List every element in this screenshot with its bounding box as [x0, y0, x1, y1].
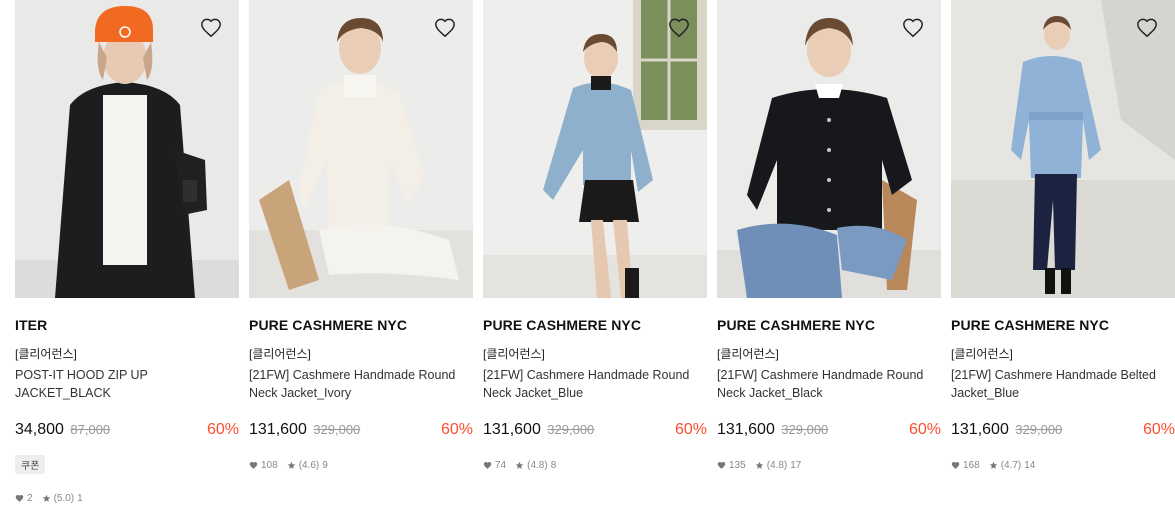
product-image[interactable]	[951, 0, 1175, 298]
star-icon	[755, 461, 763, 469]
review-count: 9	[322, 460, 328, 471]
product-card[interactable]: PURE CASHMERE NYC [클리어런스] [21FW] Cashmer…	[249, 0, 473, 472]
brand-name[interactable]: ITER	[15, 317, 239, 334]
original-price: 329,000	[313, 422, 361, 437]
product-name[interactable]: [21FW] Cashmere Handmade Round Neck Jack…	[717, 366, 941, 402]
wishlist-heart-icon[interactable]	[902, 17, 924, 39]
heart-icon	[717, 461, 726, 469]
original-price: 329,000	[547, 422, 595, 437]
clearance-tag: [클리어런스]	[717, 347, 779, 361]
star-icon	[287, 461, 295, 469]
sale-price: 131,600	[717, 421, 775, 438]
product-card[interactable]: PURE CASHMERE NYC [클리어런스] [21FW] Cashmer…	[951, 0, 1175, 472]
star-icon	[42, 494, 50, 502]
heart-icon	[15, 494, 24, 502]
discount-rate: 60%	[206, 421, 239, 438]
product-image[interactable]	[717, 0, 941, 298]
brand-name[interactable]: PURE CASHMERE NYC	[717, 317, 941, 334]
star-icon	[515, 461, 524, 469]
review-count: 14	[1024, 460, 1036, 471]
star-icon	[989, 461, 997, 469]
price-row: 131,600 329,000 60%	[483, 419, 707, 441]
product-card[interactable]: ITER [클리어런스] POST-IT HOOD ZIP UP JACKET_…	[15, 0, 239, 505]
product-stats: 2 (5.0) 1	[15, 492, 239, 505]
original-price: 87,000	[70, 422, 111, 437]
sale-price: 34,800	[15, 421, 64, 438]
heart-icon	[483, 461, 492, 469]
product-name[interactable]: [21FW] Cashmere Handmade Belted Jacket_B…	[951, 366, 1175, 402]
rating-score: (4.6)	[298, 460, 320, 471]
review-count: 8	[550, 460, 557, 471]
product-card[interactable]: PURE CASHMERE NYC [클리어런스] [21FW] Cashmer…	[717, 0, 941, 472]
product-card[interactable]: PURE CASHMERE NYC [클리어런스] [21FW] Cashmer…	[483, 0, 707, 472]
heart-icon	[249, 461, 258, 469]
product-name[interactable]: [21FW] Cashmere Handmade Round Neck Jack…	[249, 366, 473, 402]
like-count: 168	[963, 460, 980, 471]
heart-icon	[951, 461, 960, 469]
review-count: 17	[790, 460, 802, 471]
wishlist-heart-icon[interactable]	[434, 17, 456, 39]
discount-rate: 60%	[908, 421, 941, 438]
brand-name[interactable]: PURE CASHMERE NYC	[951, 317, 1175, 334]
product-stats: 135 (4.8) 17	[717, 459, 941, 472]
discount-rate: 60%	[440, 421, 473, 438]
price-row: 131,600 329,000 60%	[717, 419, 941, 441]
product-name[interactable]: [21FW] Cashmere Handmade Round Neck Jack…	[483, 366, 707, 402]
rating-score: (4.7)	[1000, 460, 1022, 471]
clearance-tag: [클리어런스]	[15, 347, 77, 361]
rating-score: (4.8)	[527, 460, 548, 471]
wishlist-heart-icon[interactable]	[200, 17, 222, 39]
like-count: 108	[261, 460, 278, 471]
product-image[interactable]	[249, 0, 473, 298]
price-row: 131,600 329,000 60%	[249, 419, 473, 441]
product-stats: 74 (4.8) 8	[483, 459, 707, 472]
product-stats: 108 (4.6) 9	[249, 459, 473, 472]
original-price: 329,000	[1015, 422, 1063, 437]
discount-rate: 60%	[674, 421, 707, 438]
wishlist-heart-icon[interactable]	[668, 17, 690, 39]
rating-score: (5.0)	[53, 493, 75, 504]
like-count: 74	[495, 460, 507, 471]
sale-price: 131,600	[951, 421, 1009, 438]
brand-name[interactable]: PURE CASHMERE NYC	[249, 317, 473, 334]
clearance-tag: [클리어런스]	[249, 347, 311, 361]
brand-name[interactable]: PURE CASHMERE NYC	[483, 317, 707, 334]
product-grid: ITER [클리어런스] POST-IT HOOD ZIP UP JACKET_…	[0, 0, 1175, 520]
rating-score: (4.8)	[766, 460, 788, 471]
product-image[interactable]	[483, 0, 707, 298]
discount-rate: 60%	[1142, 421, 1175, 438]
product-image[interactable]	[15, 0, 239, 298]
product-name[interactable]: POST-IT HOOD ZIP UP JACKET_BLACK	[15, 366, 239, 402]
like-count: 2	[27, 493, 33, 504]
sale-price: 131,600	[249, 421, 307, 438]
like-count: 135	[729, 460, 746, 471]
wishlist-heart-icon[interactable]	[1136, 17, 1158, 39]
original-price: 329,000	[781, 422, 829, 437]
product-stats: 168 (4.7) 14	[951, 459, 1175, 472]
review-count: 1	[77, 493, 83, 504]
sale-price: 131,600	[483, 421, 541, 438]
coupon-badge: 쿠폰	[15, 455, 46, 474]
clearance-tag: [클리어런스]	[483, 347, 545, 361]
price-row: 131,600 329,000 60%	[951, 419, 1175, 441]
price-row: 34,800 87,000 60%	[15, 419, 239, 441]
clearance-tag: [클리어런스]	[951, 347, 1013, 361]
